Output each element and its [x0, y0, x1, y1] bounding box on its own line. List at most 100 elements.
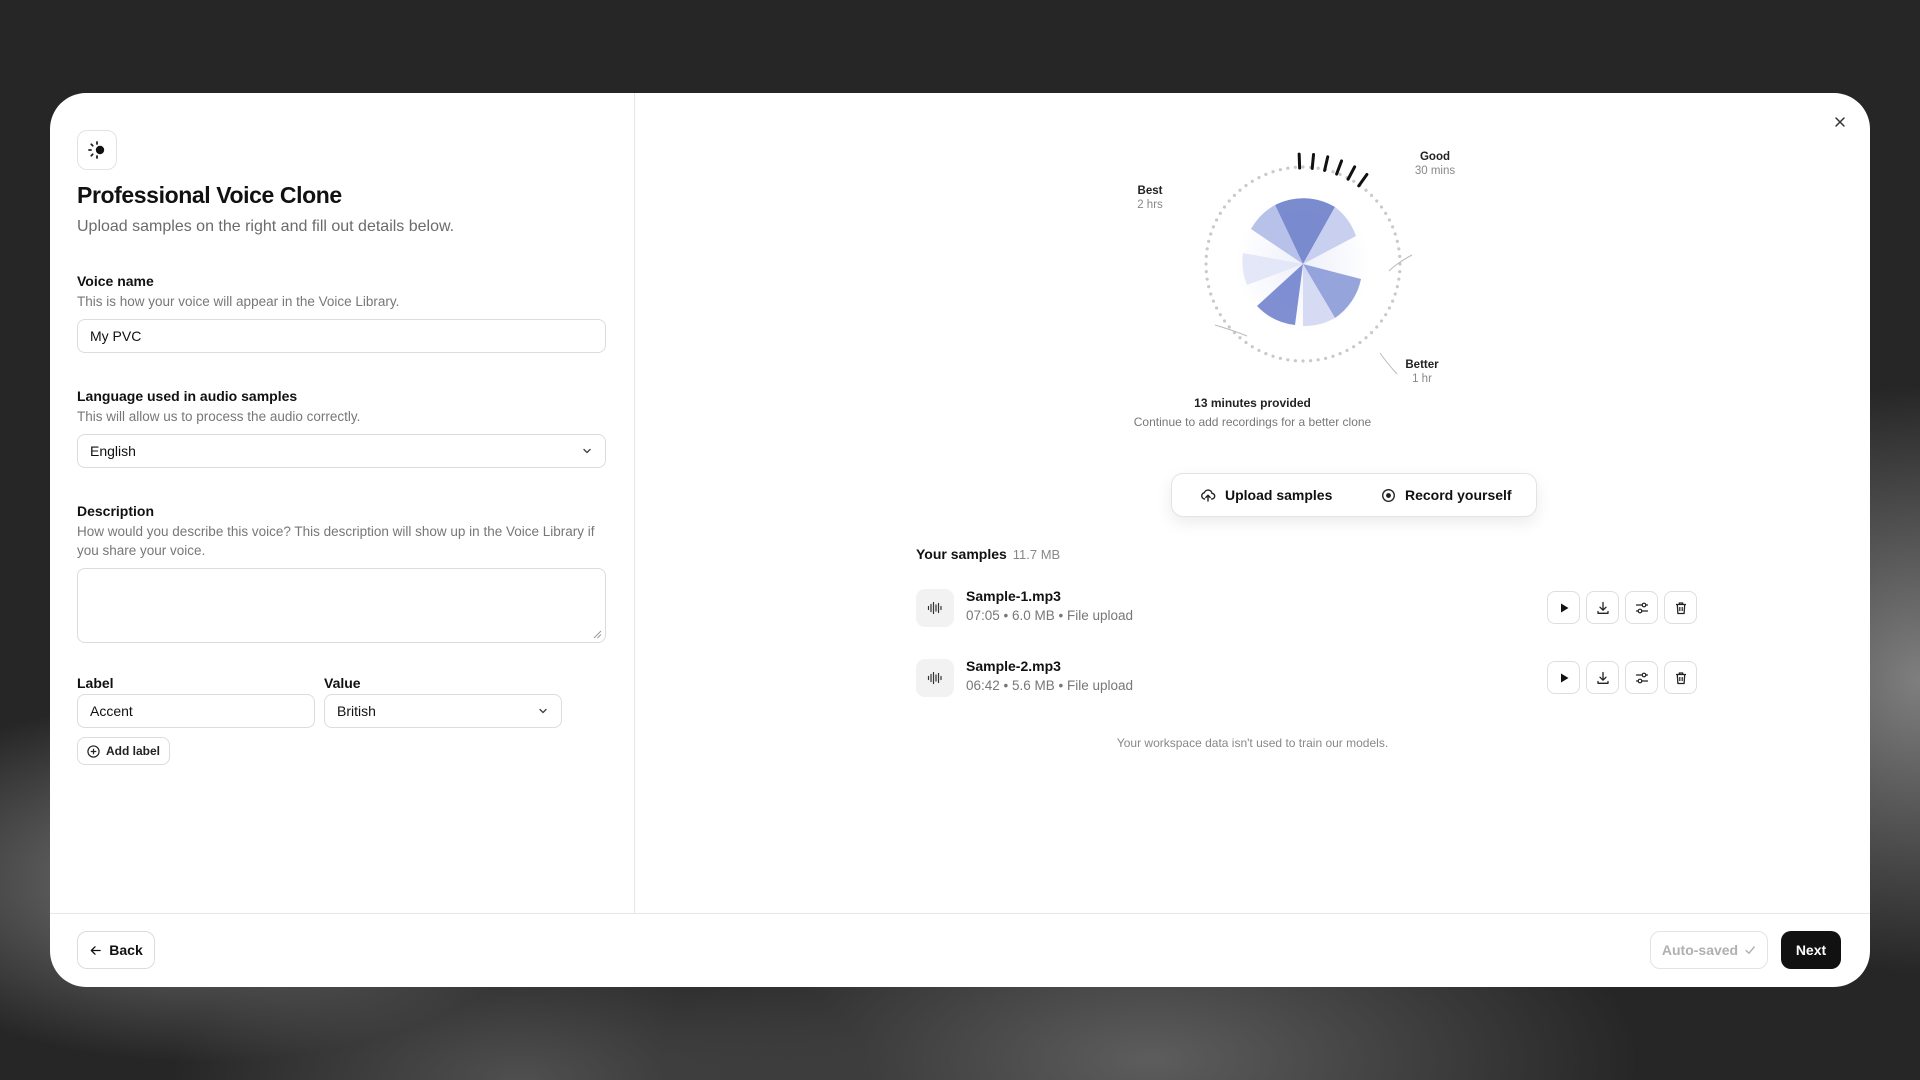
trash-icon: [1675, 671, 1686, 684]
trash-icon: [1675, 601, 1686, 614]
gauge-dot: [1393, 232, 1397, 236]
language-select[interactable]: English: [77, 434, 606, 468]
value-column-header: Value: [324, 675, 361, 691]
record-yourself-button[interactable]: Record yourself: [1355, 474, 1512, 516]
best-label: Best: [1137, 185, 1163, 197]
play-icon: [1560, 673, 1568, 682]
gauge-dot: [1271, 354, 1275, 358]
check-icon: [1745, 946, 1756, 954]
add-samples-bar: Upload samples Record yourself: [1171, 473, 1537, 517]
gauge-dot: [1207, 239, 1211, 243]
next-button[interactable]: Next: [1781, 931, 1841, 969]
gauge-dot: [1211, 299, 1215, 303]
gauge-dot: [1204, 262, 1208, 266]
gauge-dot: [1397, 277, 1401, 281]
value-select-value: British: [337, 703, 376, 719]
gauge-dot: [1391, 299, 1395, 303]
gauge-dot: [1331, 170, 1335, 174]
sliders-icon: [1635, 602, 1648, 613]
play-button[interactable]: [1547, 661, 1580, 694]
gauge-dot: [1364, 336, 1368, 340]
gauge-dot: [1211, 225, 1215, 229]
gauge-dot: [1387, 218, 1392, 222]
gauge-dot: [1209, 292, 1213, 296]
resize-grip-icon[interactable]: [593, 630, 602, 639]
gauge-dot: [1205, 247, 1209, 251]
better-duration: 1 hr: [1412, 373, 1432, 385]
add-label-text: Add label: [106, 744, 161, 758]
gauge-dot: [1391, 225, 1395, 229]
language-value: English: [90, 443, 136, 459]
progress-tick: [1323, 155, 1330, 172]
better-marker: Better 1 hr: [1392, 358, 1452, 386]
progress-tick: [1310, 153, 1316, 170]
back-button[interactable]: Back: [77, 931, 155, 969]
delete-button[interactable]: [1664, 661, 1697, 694]
spinner-logo-icon: [88, 141, 105, 159]
voice-name-help: This is how your voice will appear in th…: [77, 294, 400, 309]
gauge-dot: [1398, 270, 1402, 274]
gauge-dot: [1222, 205, 1227, 209]
upload-samples-button[interactable]: Upload samples: [1172, 474, 1355, 516]
gauge-dot: [1218, 211, 1222, 215]
list-item: Sample-2.mp3 06:42 • 5.6 MB • File uploa…: [916, 656, 1697, 700]
dialog-footer: Back Auto-saved Next: [50, 913, 1870, 987]
progress-tick: [1346, 165, 1357, 181]
gauge-dot: [1293, 165, 1297, 169]
waveform-icon: [927, 601, 942, 615]
value-select[interactable]: British: [324, 694, 562, 728]
play-button[interactable]: [1547, 591, 1580, 624]
description-help: How would you describe this voice? This …: [77, 524, 595, 558]
waveform-icon: [927, 671, 942, 685]
dialog-subtitle: Upload samples on the right and fill out…: [77, 218, 455, 235]
minutes-provided-hint: Continue to add recordings for a better …: [1133, 415, 1372, 429]
gauge-dot: [1238, 188, 1242, 192]
gauge-dot: [1222, 319, 1227, 323]
description-textarea[interactable]: [77, 568, 606, 643]
gauge-dot: [1395, 239, 1399, 243]
voice-name-label: Voice name: [77, 273, 154, 289]
edit-settings-button[interactable]: [1625, 591, 1658, 624]
gauge-dot: [1316, 166, 1320, 170]
duration-gauge: Best 2 hrs Good 30 mins Better 1 hr 13 m…: [635, 93, 1870, 533]
gauge-dot: [1257, 175, 1261, 180]
progress-ticks: [1297, 152, 1369, 188]
good-duration: 30 mins: [1414, 165, 1456, 177]
back-label: Back: [109, 942, 143, 958]
gauge-dot: [1387, 306, 1392, 310]
gauge-dot: [1375, 199, 1379, 203]
gauge-dot: [1209, 232, 1213, 236]
voice-name-input[interactable]: My PVC: [77, 319, 606, 353]
sample-name: Sample-1.mp3: [966, 588, 1061, 604]
add-label-button[interactable]: Add label: [77, 737, 171, 765]
gauge-dot: [1205, 277, 1209, 281]
best-marker: Best 2 hrs: [1120, 184, 1180, 212]
gauge-dot: [1369, 330, 1374, 335]
description-group: Description How would you describe this …: [77, 503, 606, 643]
gauge-dot: [1244, 183, 1248, 188]
download-button[interactable]: [1586, 661, 1619, 694]
best-connector: [1214, 324, 1248, 337]
gauge-dot: [1384, 313, 1388, 317]
gauge-dot: [1207, 285, 1211, 289]
gauge-dot: [1338, 352, 1342, 356]
autosaved-label: Auto-saved: [1661, 942, 1739, 958]
gauge-dot: [1338, 172, 1342, 176]
better-label: Better: [1405, 359, 1439, 371]
language-help: This will allow us to process the audio …: [77, 409, 361, 424]
samples-header: Your samples 11.7 MB: [916, 546, 1060, 562]
gauge-dot: [1301, 359, 1305, 363]
edit-settings-button[interactable]: [1625, 661, 1658, 694]
gauge-dot: [1204, 270, 1208, 274]
download-button[interactable]: [1586, 591, 1619, 624]
gauge-dot: [1397, 247, 1401, 251]
autosaved-indicator: Auto-saved: [1650, 931, 1768, 969]
gauge-dot: [1286, 358, 1290, 362]
label-input[interactable]: Accent: [77, 694, 315, 728]
delete-button[interactable]: [1664, 591, 1697, 624]
minutes-provided: 13 minutes provided: [1194, 396, 1311, 410]
gauge-dot: [1204, 254, 1208, 258]
waveform-thumb: [916, 589, 954, 627]
gauge-dot: [1271, 170, 1275, 174]
gauge-dot: [1324, 356, 1328, 360]
